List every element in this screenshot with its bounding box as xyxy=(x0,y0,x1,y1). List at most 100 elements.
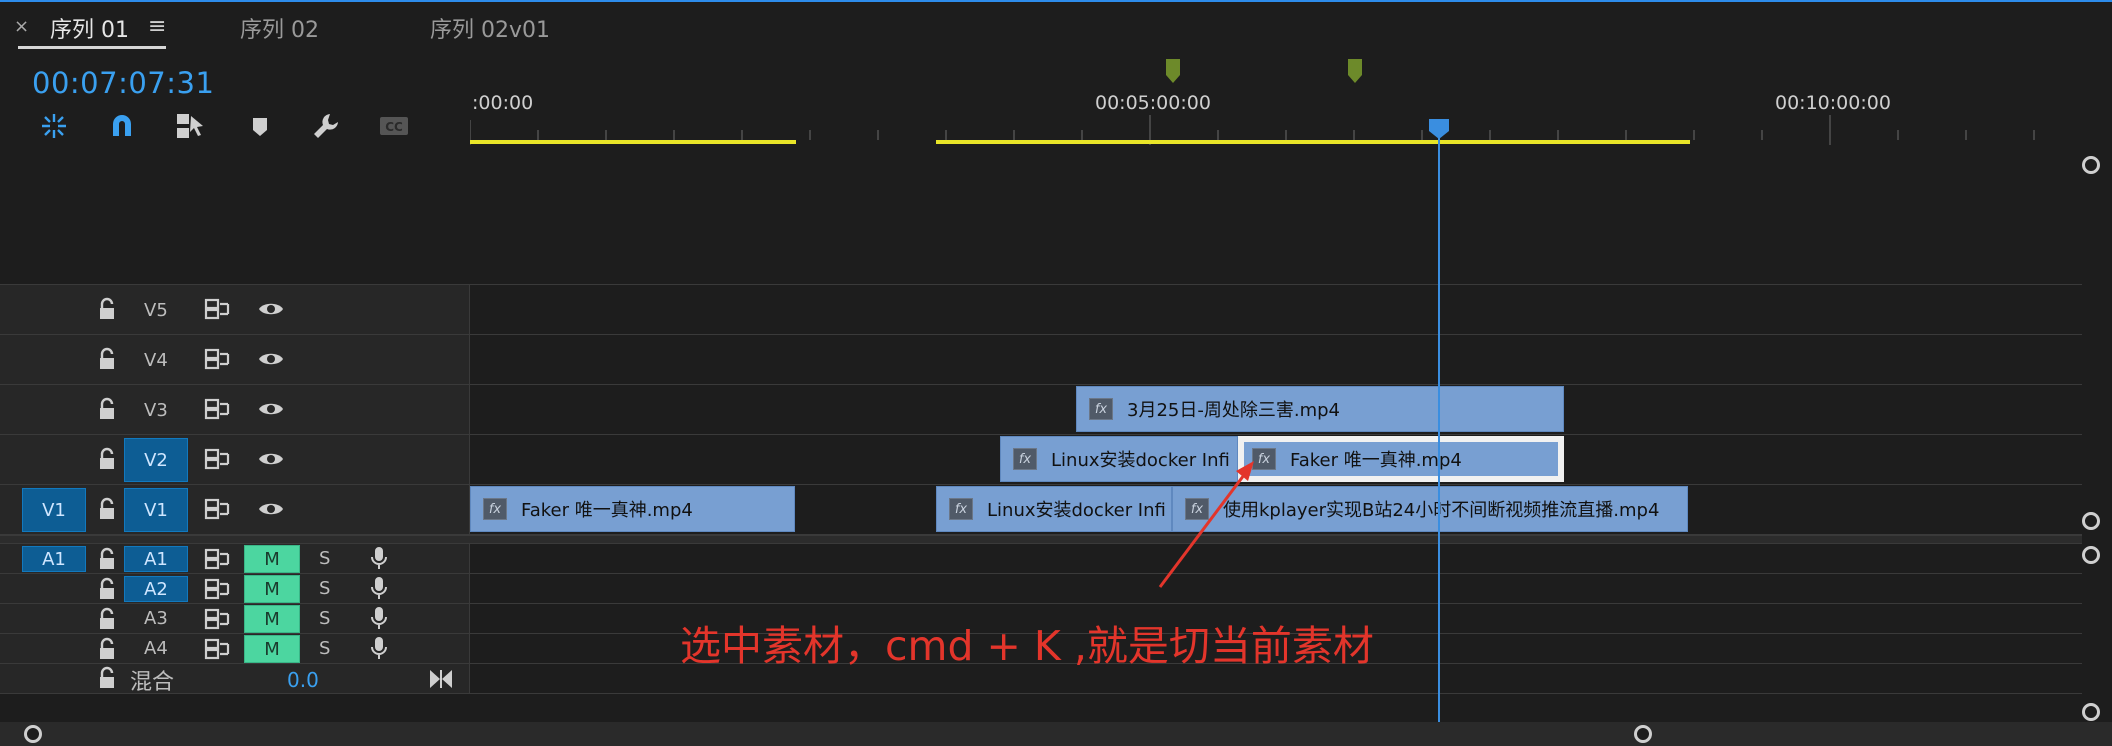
source-patch-a1[interactable]: A1 xyxy=(22,546,86,572)
master-track-label: 混合 xyxy=(130,670,175,695)
track-row-a1[interactable] xyxy=(0,544,2082,574)
lock-open-icon[interactable] xyxy=(94,346,120,372)
clip-title: 3月25日-周处除三害.mp4 xyxy=(1127,400,1340,421)
render-bar-segment-2 xyxy=(936,140,1690,144)
track-name-v3[interactable]: V3 xyxy=(144,400,168,421)
solo-button-a1[interactable]: S xyxy=(319,548,330,569)
solo-button-a2[interactable]: S xyxy=(319,578,330,599)
solo-button-a3[interactable]: S xyxy=(319,608,330,629)
mute-button-a3[interactable]: M xyxy=(244,605,300,633)
magnet-link-icon[interactable] xyxy=(106,110,138,142)
horizontal-scroll-handle-right[interactable] xyxy=(1634,725,1652,743)
fx-badge-icon: fx xyxy=(949,498,973,520)
scrollbar-handle[interactable] xyxy=(2082,546,2100,564)
close-tab-icon[interactable]: × xyxy=(14,16,29,37)
clip-title: Linux安装docker Infi xyxy=(987,500,1166,521)
track-name-a3[interactable]: A3 xyxy=(144,608,168,629)
tab-sequence-01[interactable]: 序列 01 xyxy=(50,12,129,44)
track-target-a1[interactable]: A1 xyxy=(124,546,188,572)
master-volume-value[interactable]: 0.0 xyxy=(287,668,319,692)
lock-open-icon[interactable] xyxy=(94,665,120,691)
tab-menu-icon[interactable]: ≡ xyxy=(148,14,166,39)
sync-lock-icon[interactable] xyxy=(204,606,230,632)
playhead-line[interactable] xyxy=(1438,130,1440,722)
lock-open-icon[interactable] xyxy=(94,576,120,602)
marker-icon[interactable] xyxy=(1347,58,1363,84)
ruler-label-start: :00:00 xyxy=(472,92,534,114)
clip-title: 使用kplayer实现B站24小时不间断视频推流直播.mp4 xyxy=(1223,500,1660,521)
lock-open-icon[interactable] xyxy=(94,296,120,322)
track-row-v4[interactable] xyxy=(0,335,2082,385)
marker-icon[interactable] xyxy=(1165,58,1181,84)
video-audio-divider[interactable] xyxy=(0,535,2082,544)
annotation-text: 选中素材，cmd + K ,就是切当前素材 xyxy=(680,622,1374,670)
horizontal-scroll-handle-left[interactable] xyxy=(24,725,42,743)
time-ruler[interactable] xyxy=(470,0,2082,145)
sync-lock-icon[interactable] xyxy=(204,396,230,422)
track-row-v3[interactable] xyxy=(0,385,2082,435)
track-row-a2[interactable] xyxy=(0,574,2082,604)
sync-lock-icon[interactable] xyxy=(204,496,230,522)
go-to-in-out-icon[interactable] xyxy=(428,666,454,692)
scrollbar-handle-top[interactable] xyxy=(2082,156,2100,174)
lock-open-icon[interactable] xyxy=(94,496,120,522)
lock-open-icon[interactable] xyxy=(94,606,120,632)
lock-open-icon[interactable] xyxy=(94,636,120,662)
lock-open-icon[interactable] xyxy=(94,546,120,572)
scrollbar-handle[interactable] xyxy=(2082,512,2100,530)
mute-button-a2[interactable]: M xyxy=(244,575,300,603)
track-name-a4[interactable]: A4 xyxy=(144,638,168,659)
linked-selection-icon[interactable] xyxy=(174,110,206,142)
microphone-icon[interactable] xyxy=(366,605,392,631)
mute-button-a1[interactable]: M xyxy=(244,545,300,573)
lock-open-icon[interactable] xyxy=(94,446,120,472)
fx-badge-icon: fx xyxy=(1089,398,1113,420)
cc-icon[interactable]: CC xyxy=(378,110,410,142)
eye-icon[interactable] xyxy=(258,396,284,422)
eye-icon[interactable] xyxy=(258,496,284,522)
wrench-icon[interactable] xyxy=(310,110,342,142)
clip-v3[interactable]: fx 3月25日-周处除三害.mp4 xyxy=(1076,386,1564,432)
clip-title: Faker 唯一真神.mp4 xyxy=(521,500,693,521)
sync-lock-icon[interactable] xyxy=(204,446,230,472)
add-marker-icon[interactable] xyxy=(244,110,276,142)
track-row-v5[interactable] xyxy=(0,285,2082,335)
svg-text:CC: CC xyxy=(385,120,403,134)
fx-badge-icon: fx xyxy=(483,498,507,520)
sync-lock-icon[interactable] xyxy=(204,636,230,662)
eye-icon[interactable] xyxy=(258,346,284,372)
microphone-icon[interactable] xyxy=(366,635,392,661)
ruler-label-10min: 00:10:00:00 xyxy=(1775,92,1891,114)
snap-icon[interactable] xyxy=(38,110,70,142)
source-patch-v1[interactable]: V1 xyxy=(22,488,86,532)
clip-v1-linux[interactable]: fx Linux安装docker Infi xyxy=(936,486,1172,532)
playhead-handle-icon[interactable] xyxy=(1428,118,1450,140)
empty-video-area xyxy=(0,145,2082,285)
sync-lock-icon[interactable] xyxy=(204,346,230,372)
track-target-a2[interactable]: A2 xyxy=(124,576,188,602)
fx-badge-icon: fx xyxy=(1013,448,1037,470)
sync-lock-icon[interactable] xyxy=(204,576,230,602)
track-name-v4[interactable]: V4 xyxy=(144,350,168,371)
microphone-icon[interactable] xyxy=(366,545,392,571)
solo-button-a4[interactable]: S xyxy=(319,638,330,659)
sync-lock-icon[interactable] xyxy=(204,296,230,322)
tab-sequence-02[interactable]: 序列 02 xyxy=(240,12,319,44)
clip-v2-faker-selected[interactable]: fx Faker 唯一真神.mp4 xyxy=(1238,436,1564,482)
mute-button-a4[interactable]: M xyxy=(244,635,300,663)
track-target-v2[interactable]: V2 xyxy=(124,438,188,482)
eye-icon[interactable] xyxy=(258,446,284,472)
eye-icon[interactable] xyxy=(258,296,284,322)
render-bar-segment-1 xyxy=(470,140,796,144)
lock-open-icon[interactable] xyxy=(94,396,120,422)
playhead-timecode[interactable]: 00:07:07:31 xyxy=(32,66,214,100)
ruler-label-5min: 00:05:00:00 xyxy=(1095,92,1211,114)
microphone-icon[interactable] xyxy=(366,575,392,601)
track-target-v1[interactable]: V1 xyxy=(124,488,188,532)
scrollbar-handle[interactable] xyxy=(2082,703,2100,721)
track-name-v5[interactable]: V5 xyxy=(144,300,168,321)
sync-lock-icon[interactable] xyxy=(204,546,230,572)
annotation-arrow xyxy=(1158,461,1254,588)
clip-v1-faker[interactable]: fx Faker 唯一真神.mp4 xyxy=(470,486,795,532)
horizontal-scrollbar-track[interactable] xyxy=(0,722,2112,746)
